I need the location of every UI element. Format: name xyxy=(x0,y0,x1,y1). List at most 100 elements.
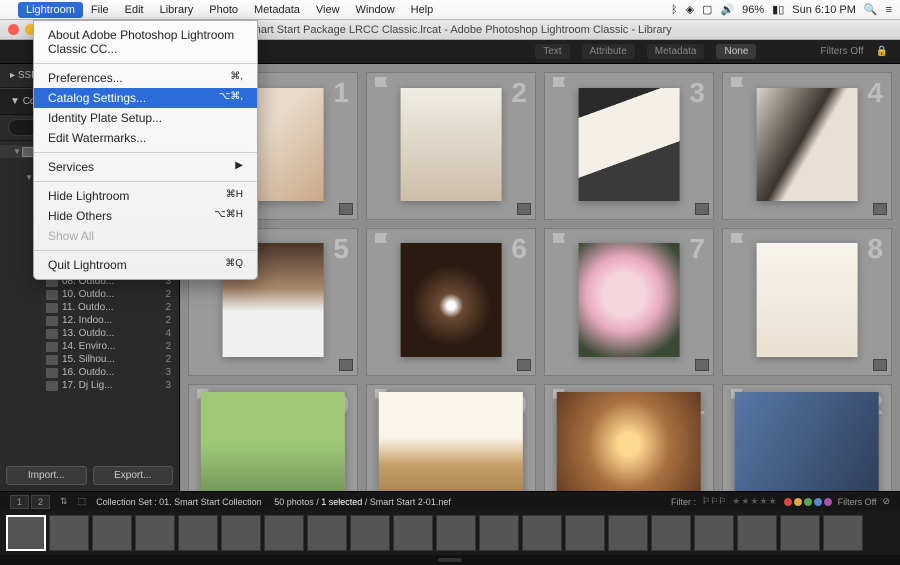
import-button[interactable]: Import... xyxy=(6,466,87,485)
grid-view[interactable]: 123456789101112 xyxy=(180,64,900,491)
grid-cell[interactable]: 3 xyxy=(544,72,714,220)
flag-icon[interactable] xyxy=(731,77,743,87)
badge-icon[interactable] xyxy=(695,203,709,215)
spotlight-icon[interactable]: 🔍 xyxy=(864,3,878,16)
badge-icon[interactable] xyxy=(517,203,531,215)
filter-text[interactable]: Text xyxy=(535,44,569,59)
bluetooth-icon[interactable]: ᛒ xyxy=(671,4,678,16)
badge-icon[interactable] xyxy=(873,203,887,215)
flag-icon[interactable] xyxy=(731,233,743,243)
grid-cell[interactable]: 12 xyxy=(722,384,892,491)
photo-thumbnail[interactable] xyxy=(201,392,345,491)
filter-attribute[interactable]: Attribute xyxy=(582,44,635,59)
collection-row[interactable]: 12. Indoo...2 xyxy=(0,314,179,327)
badge-icon[interactable] xyxy=(339,359,353,371)
filmstrip-thumb[interactable] xyxy=(264,515,304,551)
collection-row[interactable]: 10. Outdo...2 xyxy=(0,288,179,301)
menu-item[interactable]: Preferences...⌘, xyxy=(34,68,257,88)
volume-icon[interactable]: 🔊 xyxy=(720,3,734,16)
breadcrumb[interactable]: Collection Set : 01. Smart Start Collect… xyxy=(96,497,451,507)
grid-cell[interactable]: 9 xyxy=(188,384,358,491)
menu-file[interactable]: File xyxy=(83,2,117,18)
filters-off-label[interactable]: Filters Off xyxy=(820,46,863,57)
airplay-icon[interactable]: ▢ xyxy=(702,3,712,16)
collection-row[interactable]: 17. Dj Lig...3 xyxy=(0,379,179,392)
sort-icon[interactable]: ⇅ xyxy=(60,496,68,507)
filmstrip-thumb[interactable] xyxy=(823,515,863,551)
painter-icon[interactable]: ⬚ xyxy=(78,496,87,507)
badge-icon[interactable] xyxy=(873,359,887,371)
filmstrip-thumb[interactable] xyxy=(694,515,734,551)
filmstrip-thumb[interactable] xyxy=(221,515,261,551)
battery-icon[interactable]: ▮▯ xyxy=(772,3,784,16)
menu-item[interactable]: Identity Plate Setup... xyxy=(34,108,257,128)
menu-item[interactable]: Catalog Settings...⌥⌘, xyxy=(34,88,257,108)
menu-lightroom[interactable]: Lightroom xyxy=(18,2,83,18)
filmstrip-thumb[interactable] xyxy=(436,515,476,551)
lightroom-app-menu[interactable]: About Adobe Photoshop Lightroom Classic … xyxy=(33,20,258,280)
grid-cell[interactable]: 7 xyxy=(544,228,714,376)
grid-cell[interactable]: 6 xyxy=(366,228,536,376)
menu-metadata[interactable]: Metadata xyxy=(246,2,308,18)
menu-item[interactable]: Edit Watermarks... xyxy=(34,128,257,148)
filmstrip-thumb[interactable] xyxy=(565,515,605,551)
filmstrip-thumb[interactable] xyxy=(6,515,46,551)
close-window-button[interactable] xyxy=(8,24,19,35)
flag-icon[interactable] xyxy=(375,233,387,243)
badge-icon[interactable] xyxy=(339,203,353,215)
wifi-icon[interactable]: ◈ xyxy=(686,3,694,16)
menu-help[interactable]: Help xyxy=(403,2,442,18)
menu-photo[interactable]: Photo xyxy=(201,2,246,18)
filmstrip-thumb[interactable] xyxy=(393,515,433,551)
photo-thumbnail[interactable] xyxy=(579,88,680,202)
filter-lock-icon[interactable]: ⊘ xyxy=(882,496,890,507)
filmstrip-thumb[interactable] xyxy=(479,515,519,551)
flag-icon[interactable] xyxy=(553,233,565,243)
collection-row[interactable]: 11. Outdo...2 xyxy=(0,301,179,314)
grid-cell[interactable]: 4 xyxy=(722,72,892,220)
photo-thumbnail[interactable] xyxy=(579,243,680,357)
photo-thumbnail[interactable] xyxy=(757,243,858,357)
filmstrip-thumb[interactable] xyxy=(49,515,89,551)
grid-cell[interactable]: 11 xyxy=(544,384,714,491)
grid-cell[interactable]: 8 xyxy=(722,228,892,376)
photo-thumbnail[interactable] xyxy=(557,392,701,491)
filmstrip-thumb[interactable] xyxy=(522,515,562,551)
filmstrip-thumb[interactable] xyxy=(608,515,648,551)
filmstrip-thumb[interactable] xyxy=(178,515,218,551)
filmstrip-thumb[interactable] xyxy=(737,515,777,551)
collection-row[interactable]: 16. Outdo...3 xyxy=(0,366,179,379)
filter-lock-icon[interactable]: 🔒 xyxy=(876,46,888,57)
collection-row[interactable]: 14. Enviro...2 xyxy=(0,340,179,353)
filmstrip-handle[interactable] xyxy=(0,555,900,565)
filters-off-toggle[interactable]: Filters Off xyxy=(838,497,877,507)
color-label-filter[interactable] xyxy=(784,498,832,506)
view-mode-2[interactable]: 2 xyxy=(31,495,50,509)
photo-thumbnail[interactable] xyxy=(757,88,858,202)
flag-icon[interactable] xyxy=(553,77,565,87)
menu-edit[interactable]: Edit xyxy=(117,2,152,18)
filmstrip-thumb[interactable] xyxy=(651,515,691,551)
rating-filter[interactable]: ★★★★★ xyxy=(732,496,777,507)
filmstrip-thumb[interactable] xyxy=(307,515,347,551)
export-button[interactable]: Export... xyxy=(93,466,174,485)
flag-icon[interactable] xyxy=(375,77,387,87)
menu-view[interactable]: View xyxy=(308,2,348,18)
menu-item[interactable]: Services▶ xyxy=(34,157,257,177)
filter-none[interactable]: None xyxy=(716,44,756,59)
badge-icon[interactable] xyxy=(695,359,709,371)
photo-thumbnail[interactable] xyxy=(401,88,502,202)
filmstrip-thumb[interactable] xyxy=(350,515,390,551)
grid-cell[interactable]: 10 xyxy=(366,384,536,491)
menu-item[interactable]: About Adobe Photoshop Lightroom Classic … xyxy=(34,25,257,59)
menu-library[interactable]: Library xyxy=(152,2,202,18)
clock[interactable]: Sun 6:10 PM xyxy=(792,4,856,16)
photo-thumbnail[interactable] xyxy=(401,243,502,357)
filmstrip-thumb[interactable] xyxy=(780,515,820,551)
notification-center-icon[interactable]: ≡ xyxy=(886,4,892,16)
filter-metadata[interactable]: Metadata xyxy=(647,44,705,59)
menu-item[interactable]: Hide Lightroom⌘H xyxy=(34,186,257,206)
collection-row[interactable]: 15. Silhou...2 xyxy=(0,353,179,366)
photo-thumbnail[interactable] xyxy=(379,392,523,491)
photo-thumbnail[interactable] xyxy=(735,392,879,491)
